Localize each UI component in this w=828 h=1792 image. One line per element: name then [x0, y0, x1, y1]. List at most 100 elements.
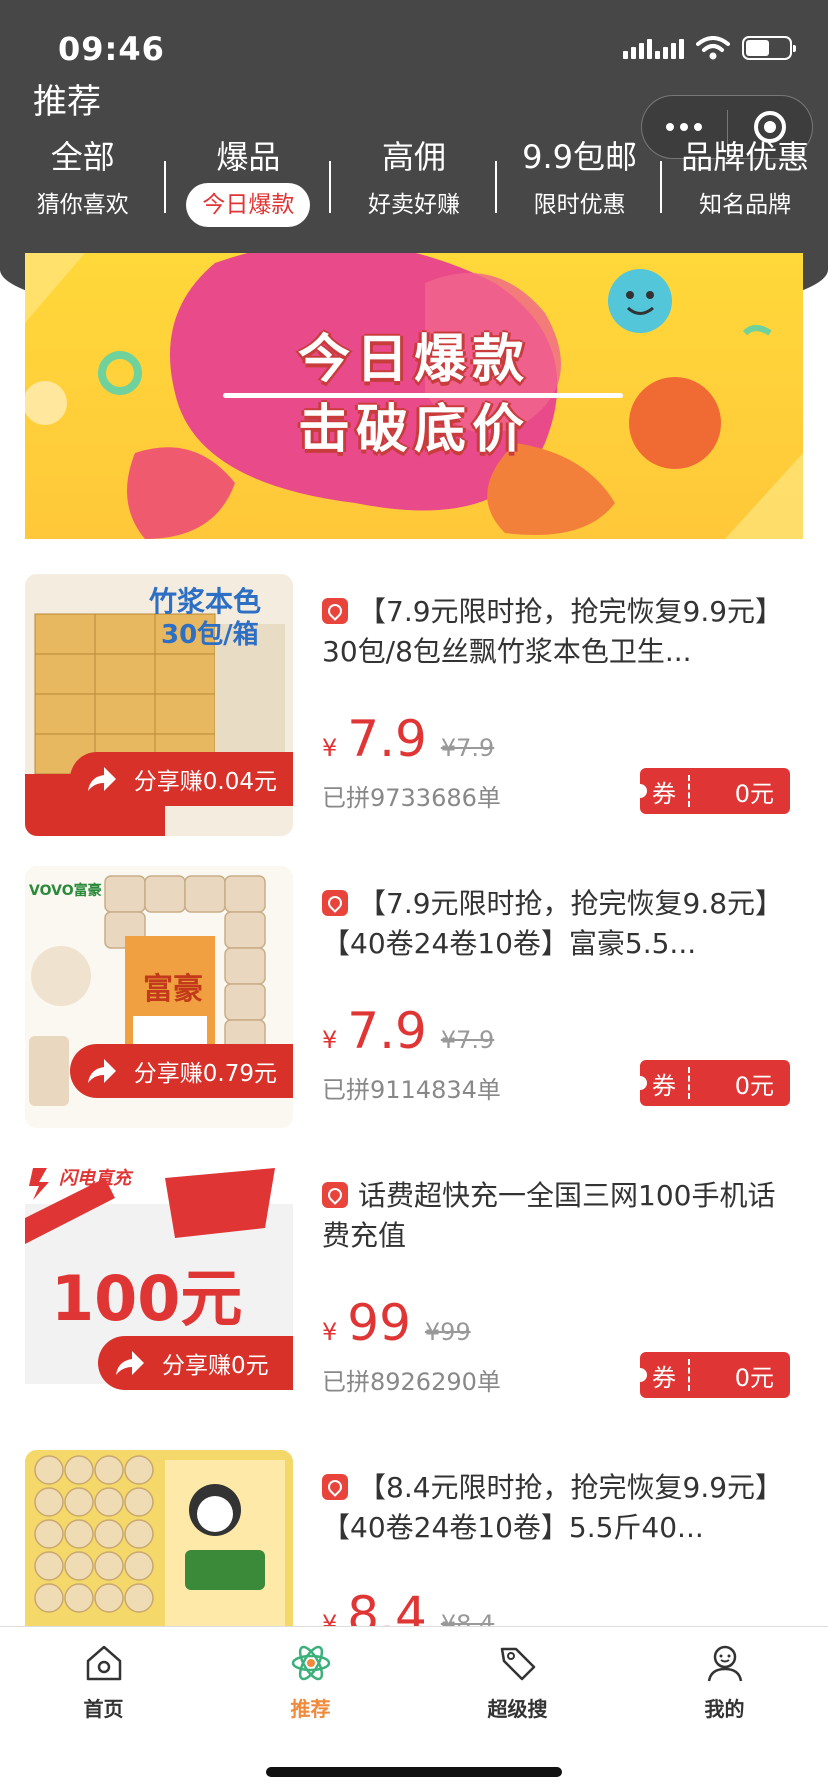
nav-super-search[interactable]: 超级搜 — [414, 1627, 621, 1727]
original-price: ¥7.9 — [440, 1026, 495, 1054]
tab-subtitle: 猜你喜欢 — [36, 192, 129, 218]
product-title-text: 【7.9元限时抢，抢完恢复9.9元】30包/8包丝飘竹浆本色卫生... — [322, 595, 784, 668]
product-title[interactable]: 【7.9元限时抢，抢完恢复9.9元】30包/8包丝飘竹浆本色卫生... — [322, 592, 792, 674]
share-earn-label: 分享赚0.79元 — [133, 1061, 277, 1087]
home-icon — [86, 1645, 121, 1681]
user-icon — [707, 1645, 742, 1682]
product-title-text: 【7.9元限时抢，抢完恢复9.8元】【40卷24卷10卷】富豪5.5... — [322, 887, 784, 960]
page-title: 推荐 — [33, 82, 101, 122]
product-info: 【7.9元限时抢，抢完恢复9.8元】【40卷24卷10卷】富豪5.5... ¥ … — [322, 884, 792, 1106]
signal-icon — [623, 37, 684, 59]
promo-banner[interactable]: 今日爆款 击破底价 — [25, 253, 803, 539]
tab-high-commission[interactable]: 高佣 好卖好赚 — [331, 135, 497, 235]
currency-symbol: ¥ — [322, 1318, 338, 1346]
thumb-badge: 闪电直充 — [59, 1168, 131, 1189]
currency-symbol: ¥ — [322, 1610, 338, 1626]
coupon-value: 0元 — [734, 1363, 774, 1392]
product-card[interactable]: 闪电直充 100元 分享赚0元 话费超快充一全国三网100手机话费充值 ¥ 99… — [0, 1158, 828, 1450]
currency-symbol: ¥ — [322, 734, 338, 762]
original-price: ¥8.4 — [440, 1610, 495, 1626]
tab-subtitle: 限时优惠 — [533, 192, 626, 218]
tab-title: 爆品 — [216, 138, 281, 176]
price-row: ¥ 7.9 ¥7.9 — [322, 710, 494, 768]
battery-icon — [742, 36, 796, 60]
thumb-headline: 100元 — [51, 1262, 243, 1335]
currency-symbol: ¥ — [322, 1026, 338, 1054]
tab-brand[interactable]: 品牌优惠 知名品牌 — [662, 135, 828, 235]
product-card[interactable]: 竹浆本色 30包/箱 分享赚0.04元 【7.9元限时抢，抢完恢复9.9元】30… — [0, 574, 828, 866]
brand-logo: VOVO富豪 — [29, 883, 102, 899]
sold-count: 已拼8926290单 — [322, 1368, 501, 1396]
sold-count: 已拼9733686单 — [322, 784, 501, 812]
tab-hot[interactable]: 爆品 今日爆款 — [166, 135, 332, 235]
share-icon — [87, 1059, 116, 1083]
tab-title: 9.9包邮 — [522, 138, 638, 176]
nav-mine[interactable]: 我的 — [621, 1627, 828, 1727]
nav-recommend[interactable]: 推荐 — [207, 1627, 414, 1727]
nav-home[interactable]: 首页 — [0, 1627, 207, 1727]
current-price: 7.9 — [347, 710, 427, 768]
product-image[interactable]: 闪电直充 100元 分享赚0元 — [25, 1158, 293, 1420]
tab-title: 高佣 — [381, 138, 446, 176]
price-row: ¥ 7.9 ¥7.9 — [322, 1002, 494, 1060]
original-price: ¥7.9 — [440, 734, 495, 762]
tab-title: 品牌优惠 — [681, 138, 810, 176]
product-image[interactable]: VOVO富豪 富豪 分享赚0.79元 — [25, 866, 293, 1128]
coupon-badge[interactable]: 券 0元 — [633, 768, 790, 814]
share-icon — [87, 767, 116, 791]
toilet-roll-image — [25, 1450, 293, 1626]
tmall-icon — [322, 598, 348, 624]
tmall-icon — [322, 1474, 348, 1500]
nav-label: 我的 — [704, 1697, 745, 1721]
product-title-text: 【8.4元限时抢，抢完恢复9.9元】【40卷24卷10卷】5.5斤40... — [322, 1471, 784, 1544]
coupon-label: 券 — [652, 779, 676, 808]
product-image[interactable] — [25, 1450, 293, 1626]
tmall-icon — [322, 1182, 348, 1208]
price-row: ¥ 99 ¥99 — [322, 1294, 471, 1352]
tab-subtitle: 好卖好赚 — [367, 192, 460, 218]
tab-subtitle: 知名品牌 — [699, 192, 792, 218]
coupon-badge[interactable]: 券 0元 — [633, 1352, 790, 1398]
tab-subtitle: 今日爆款 — [186, 183, 311, 227]
coupon-badge[interactable]: 券 0元 — [633, 1060, 790, 1106]
coupon-value: 0元 — [734, 779, 774, 808]
product-card[interactable]: VOVO富豪 富豪 分享赚0.79元 【7.9元限时抢，抢完恢复9.8元】【40… — [0, 866, 828, 1158]
home-indicator[interactable] — [266, 1767, 562, 1777]
coupon-label: 券 — [652, 1071, 676, 1100]
nav-label: 超级搜 — [487, 1697, 548, 1721]
share-icon — [116, 1351, 144, 1375]
share-earn-label: 分享赚0元 — [162, 1353, 269, 1379]
nav-label: 首页 — [83, 1697, 124, 1721]
price-row: ¥ 8.4 ¥8.4 — [322, 1586, 494, 1626]
category-tabs: 全部 猜你喜欢 爆品 今日爆款 高佣 好卖好赚 9.9包邮 限时优惠 品牌优惠 … — [0, 135, 828, 235]
original-price: ¥99 — [424, 1318, 471, 1346]
product-title[interactable]: 【8.4元限时抢，抢完恢复9.9元】【40卷24卷10卷】5.5斤40... — [322, 1468, 792, 1550]
status-time: 09:46 — [58, 30, 165, 68]
tab-title: 全部 — [50, 138, 115, 176]
current-price: 7.9 — [347, 1002, 427, 1060]
thumb-subtext: 30包/箱 — [161, 620, 259, 650]
banner-line2: 击破底价 — [297, 400, 530, 460]
atom-icon — [291, 1645, 330, 1681]
status-bar: 09:46 — [0, 0, 828, 80]
share-earn-button[interactable]: 分享赚0元 — [98, 1336, 293, 1390]
banner-line1: 今日爆款 — [297, 330, 530, 390]
tmall-icon — [322, 890, 348, 916]
share-earn-button[interactable]: 分享赚0.04元 — [69, 752, 293, 806]
product-info: 【7.9元限时抢，抢完恢复9.9元】30包/8包丝飘竹浆本色卫生... ¥ 7.… — [322, 592, 792, 814]
nav-label: 推荐 — [290, 1697, 331, 1721]
product-title[interactable]: 话费超快充一全国三网100手机话费充值 — [322, 1176, 792, 1258]
tab-free-shipping[interactable]: 9.9包邮 限时优惠 — [497, 135, 663, 235]
tab-all[interactable]: 全部 猜你喜欢 — [0, 135, 166, 235]
current-price: 99 — [347, 1294, 411, 1352]
thumb-headline: 富豪 — [143, 972, 203, 1007]
more-dots-icon — [666, 123, 703, 131]
status-icons — [623, 36, 796, 60]
share-earn-button[interactable]: 分享赚0.79元 — [69, 1044, 293, 1098]
share-earn-label: 分享赚0.04元 — [133, 769, 277, 795]
current-price: 8.4 — [347, 1586, 427, 1626]
product-title-text: 话费超快充一全国三网100手机话费充值 — [322, 1179, 776, 1252]
product-image[interactable]: 竹浆本色 30包/箱 分享赚0.04元 — [25, 574, 293, 836]
product-title[interactable]: 【7.9元限时抢，抢完恢复9.8元】【40卷24卷10卷】富豪5.5... — [322, 884, 792, 966]
product-card[interactable]: 【8.4元限时抢，抢完恢复9.9元】【40卷24卷10卷】5.5斤40... ¥… — [0, 1450, 828, 1626]
